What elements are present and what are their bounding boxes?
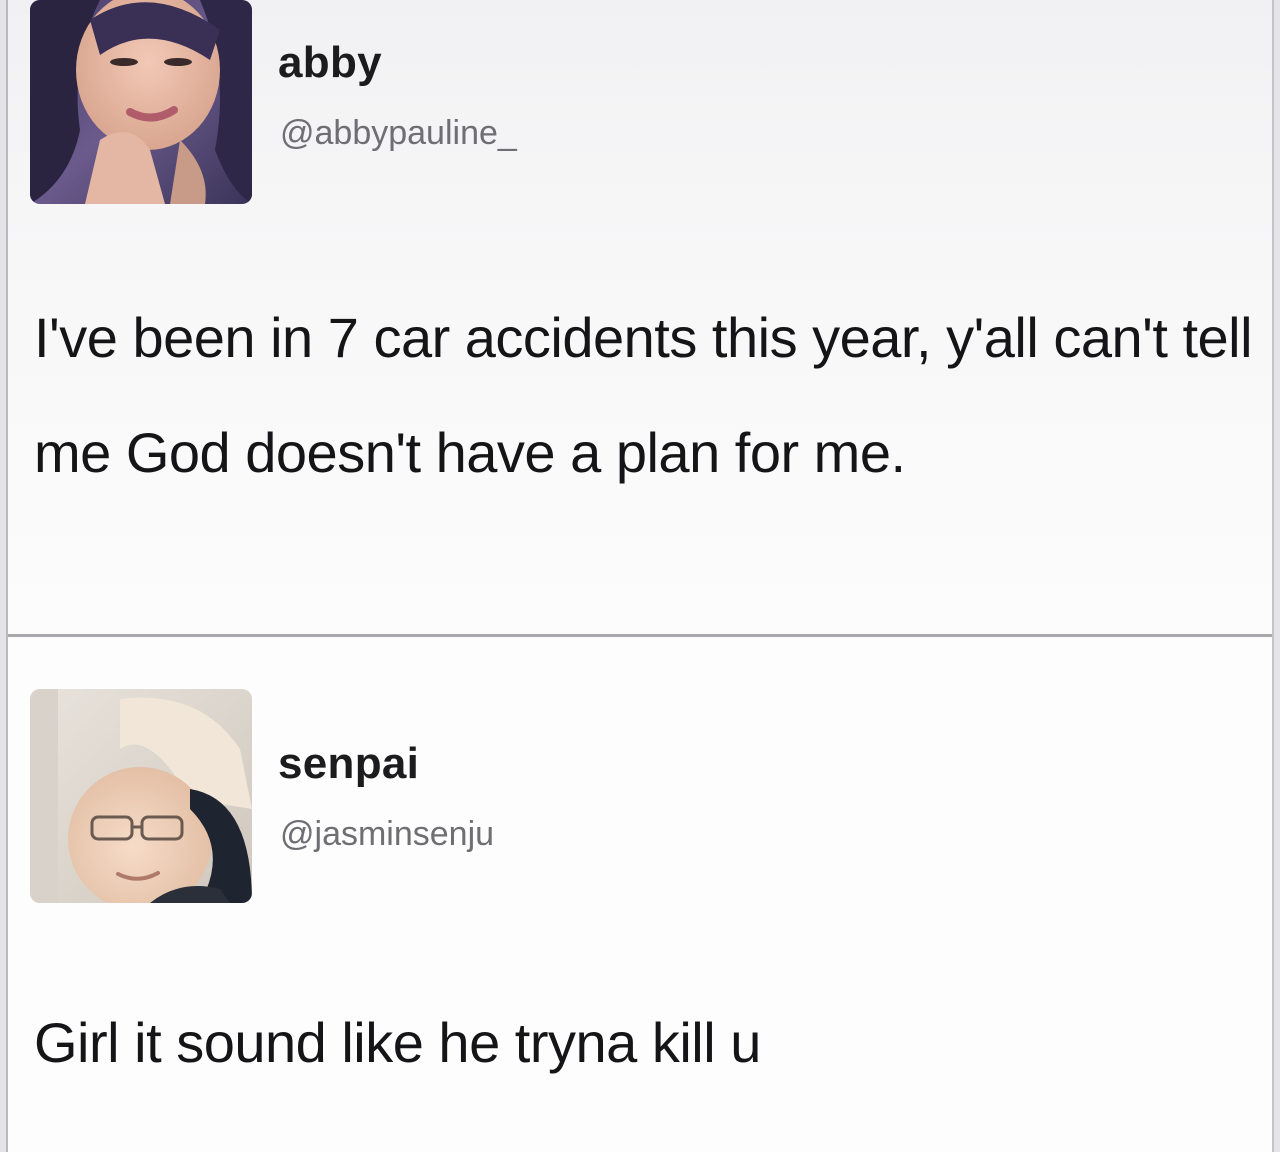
user-handle[interactable]: @abbypauline_ (280, 114, 517, 153)
user-handle[interactable]: @jasminsenju (280, 815, 494, 854)
tweet-card-original: abby @abbypauline_ I've been in 7 car ac… (8, 0, 1272, 636)
avatar-photo-icon (30, 0, 252, 204)
display-name[interactable]: senpai (278, 739, 419, 789)
display-name[interactable]: abby (278, 38, 382, 88)
tweet-text: Girl it sound like he tryna kill u (34, 1011, 761, 1074)
tweet-text: I've been in 7 car accidents this year, … (34, 306, 1253, 484)
tweet-card-reply: senpai @jasminsenju Girl it sound like h… (8, 637, 1272, 1152)
avatar[interactable] (30, 0, 252, 204)
avatar[interactable] (30, 689, 252, 903)
avatar-photo-icon (30, 689, 252, 903)
tweet-screenshot: abby @abbypauline_ I've been in 7 car ac… (6, 0, 1274, 1152)
